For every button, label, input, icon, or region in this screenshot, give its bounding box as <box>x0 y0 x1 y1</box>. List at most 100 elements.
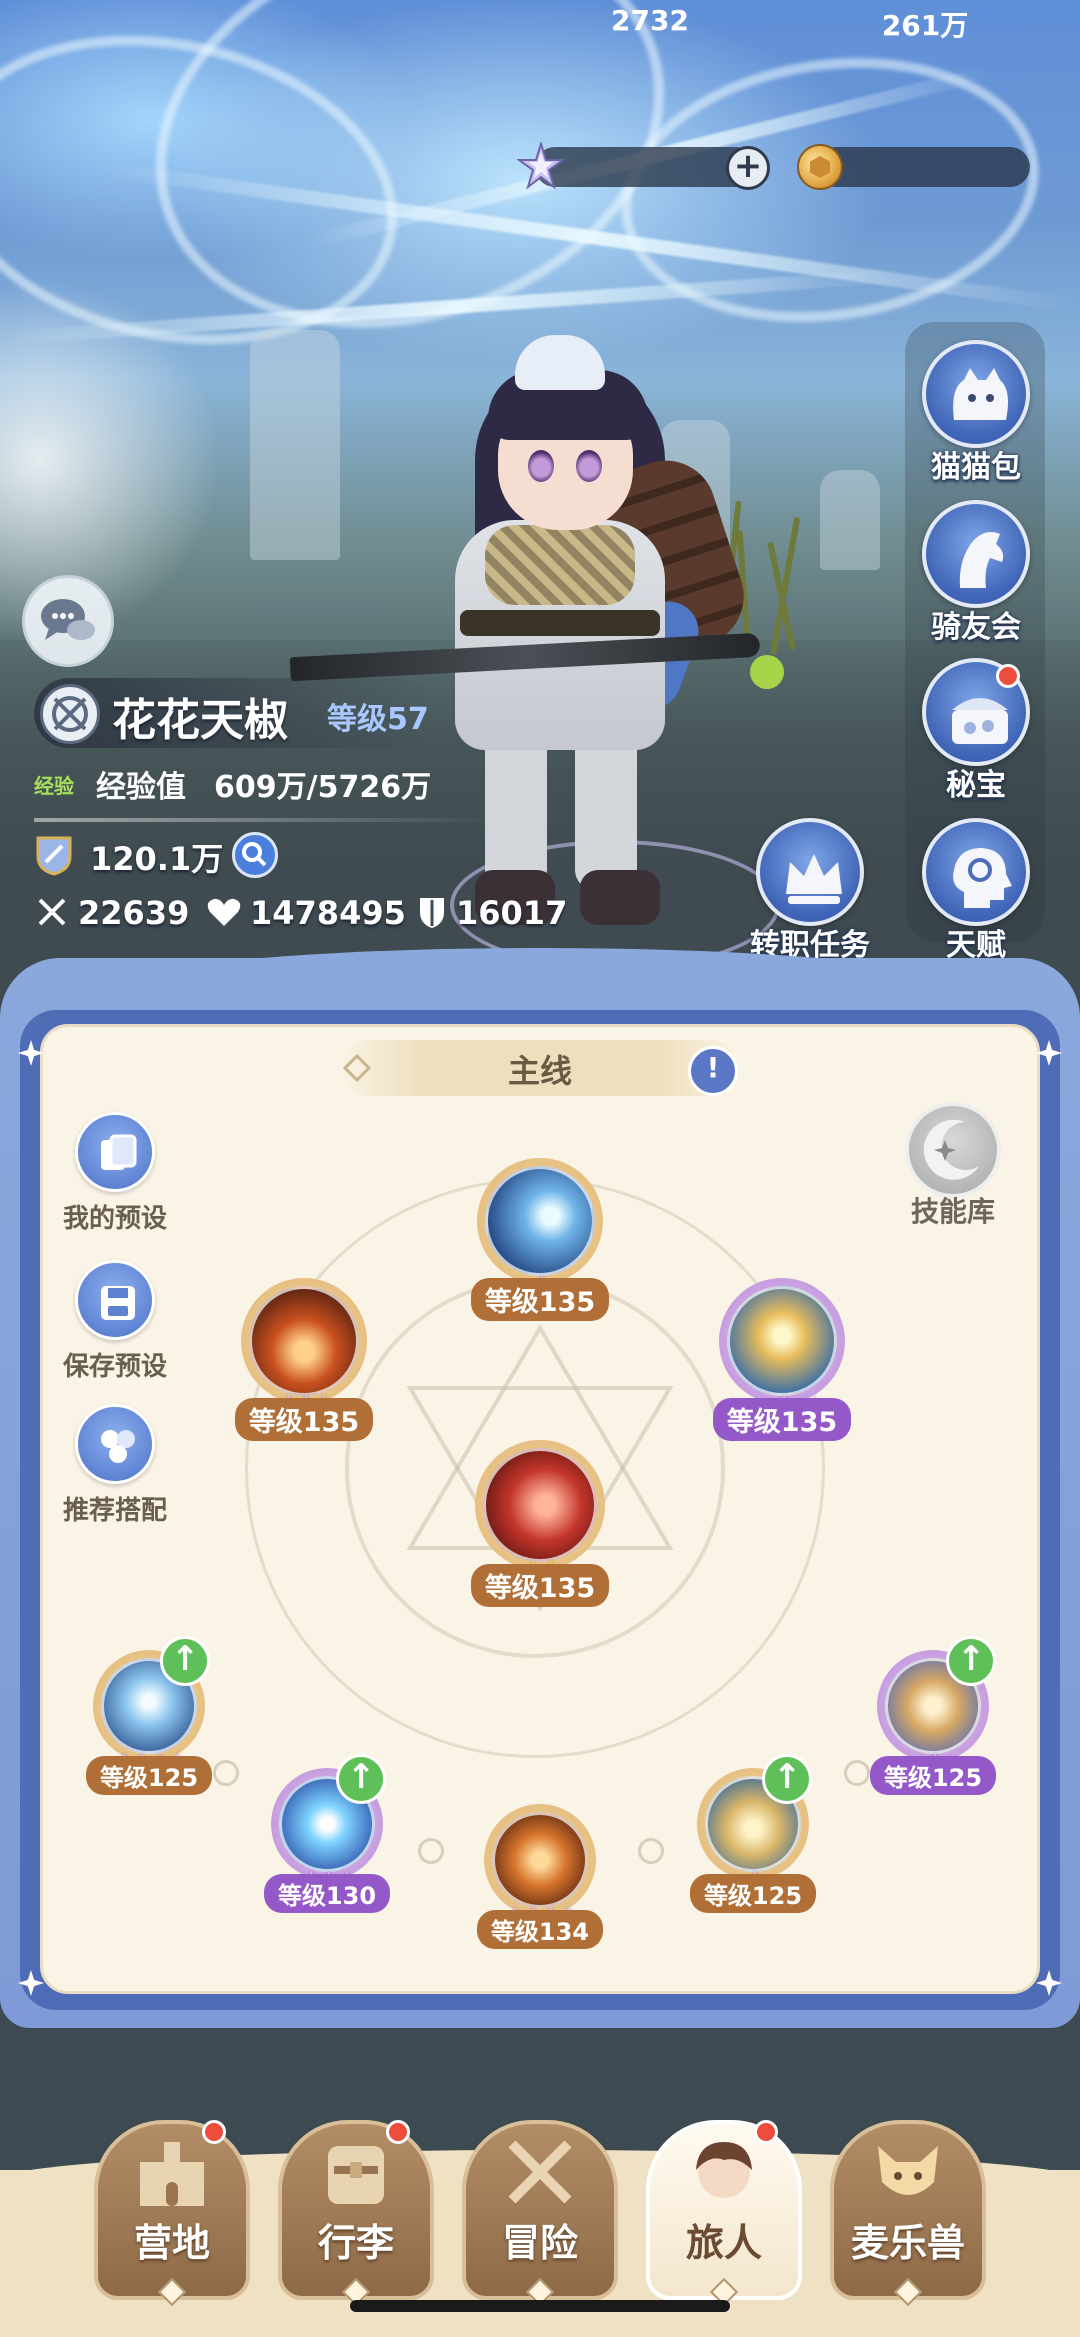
tab-mainline-label: 主线 <box>507 1052 572 1090</box>
skill-slot-center[interactable]: ✦✦ 等级135 <box>456 1440 624 1607</box>
nav-luggage-label: 行李 <box>317 2221 394 2265</box>
my-preset-button[interactable]: 我的预设 <box>50 1112 180 1235</box>
player-character[interactable] <box>289 330 784 950</box>
attack-value: 22639 <box>78 894 190 932</box>
home-indicator <box>350 2300 730 2312</box>
treasure-notification-badge <box>996 664 1020 688</box>
character-leg <box>575 730 637 890</box>
nav-traveler[interactable]: 旅人 <box>646 2120 802 2307</box>
lightning-strike-skill-icon <box>485 1166 595 1276</box>
cat-bag-icon <box>922 340 1030 448</box>
skill-level-badge: 等级135 <box>234 1398 374 1441</box>
combat-power-value: 120.1万 <box>90 840 224 878</box>
skill-level-badge: 等级130 <box>263 1874 391 1913</box>
flame-burst-skill-icon <box>249 1286 359 1396</box>
nav-pets-label: 麦乐兽 <box>850 2221 965 2265</box>
nav-camp[interactable]: 营地 <box>94 2120 250 2307</box>
fox-pet-icon <box>878 2146 938 2195</box>
star-currency-value: 2732 <box>611 4 689 37</box>
heart-icon <box>207 898 241 926</box>
hp-value: 1478495 <box>250 894 406 932</box>
skill-slot-upper-left[interactable]: ✦✦✦ 等级135 <box>226 1278 382 1441</box>
crimson-archer-skill-icon <box>483 1448 597 1562</box>
link-node <box>213 1760 239 1786</box>
skill-level-badge: 等级125 <box>85 1756 213 1795</box>
character-hat <box>515 335 605 390</box>
chat-button[interactable] <box>22 575 114 667</box>
power-detail-button[interactable] <box>232 832 278 878</box>
upgrade-arrow-icon[interactable]: ↑ <box>336 1754 386 1804</box>
nav-camp-label: 营地 <box>133 2221 210 2265</box>
save-preset-label: 保存预设 <box>62 1352 167 1382</box>
cards-icon <box>75 1112 155 1192</box>
rider-club-button[interactable]: 骑友会 <box>912 500 1040 645</box>
stone-pillar <box>250 330 340 560</box>
chat-bubble-icon <box>41 599 95 640</box>
player-level: 等级57 <box>327 702 429 737</box>
defense-value: 16017 <box>456 894 568 932</box>
player-name: 花花天椒 <box>112 695 288 746</box>
nav-pets[interactable]: 麦乐兽 <box>830 2120 986 2307</box>
character-belt <box>460 610 660 636</box>
cat-bag-button[interactable]: 猫猫包 <box>912 340 1040 485</box>
skill-guide-book-icon[interactable] <box>688 1046 738 1096</box>
gold-currency-bar <box>815 147 1030 187</box>
golden-guardian-skill-icon <box>727 1286 837 1396</box>
nav-traveler-label: 旅人 <box>685 2221 762 2265</box>
link-node <box>638 1838 664 1864</box>
exp-tag: 经验 <box>34 774 74 798</box>
skill-level-badge: 等级135 <box>470 1278 610 1321</box>
upgrade-arrow-icon[interactable]: ↑ <box>946 1636 996 1686</box>
upgrade-arrow-icon[interactable]: ↑ <box>160 1636 210 1686</box>
add-currency-button[interactable]: + <box>726 146 770 190</box>
camp-notification-badge <box>202 2120 226 2144</box>
star-currency-bar <box>535 147 755 187</box>
treasure-label: 秘宝 <box>946 768 1006 803</box>
skill-slot-bottom-center[interactable]: ✦✦✦✦ 等级134 <box>475 1804 605 1949</box>
nav-luggage[interactable]: 行李 <box>278 2120 434 2307</box>
moon-star-icon <box>905 1102 1001 1198</box>
character-armor <box>485 525 635 605</box>
talent-button[interactable]: 天赋 <box>912 818 1040 963</box>
crown-icon <box>756 818 864 926</box>
save-preset-button[interactable]: 保存预设 <box>50 1260 180 1383</box>
crossed-swords-icon <box>38 898 66 926</box>
upgrade-arrow-icon[interactable]: ↑ <box>762 1754 812 1804</box>
treasure-button[interactable]: 秘宝 <box>912 658 1040 803</box>
job-change-quest-button[interactable]: 转职任务 <box>740 818 880 968</box>
recommended-build-button[interactable]: 推荐搭配 <box>50 1404 180 1527</box>
character-eye <box>528 450 554 482</box>
class-emblem-icon <box>40 684 100 744</box>
skill-level-badge: 等级134 <box>476 1910 604 1949</box>
skill-library-label: 技能库 <box>910 1195 995 1228</box>
recommended-build-label: 推荐搭配 <box>62 1496 167 1526</box>
traveler-notification-badge <box>754 2120 778 2144</box>
recommended-build-icon <box>75 1404 155 1484</box>
my-preset-label: 我的预设 <box>62 1204 167 1234</box>
floppy-disk-icon <box>75 1260 155 1340</box>
star-currency-icon <box>517 142 565 190</box>
sword-gem <box>750 655 784 689</box>
skill-slot-upper-right[interactable]: ✦ 等级135 <box>704 1278 860 1441</box>
traveler-portrait-icon <box>696 2142 752 2198</box>
horse-head-icon <box>922 500 1030 608</box>
grass-blade <box>770 516 801 656</box>
nav-adventure[interactable]: 冒险 <box>462 2120 618 2307</box>
character-leg <box>485 730 547 890</box>
character-eye <box>576 450 602 482</box>
crossed-swords-icon <box>508 2140 572 2204</box>
rider-club-label: 骑友会 <box>931 610 1021 645</box>
backpack-icon <box>328 2146 384 2204</box>
skill-level-badge: 等级125 <box>689 1874 817 1913</box>
stone-pillar <box>820 470 880 570</box>
character-boot <box>580 870 660 925</box>
skill-library-button[interactable]: 技能库 <box>893 1102 1013 1230</box>
divider <box>34 818 494 822</box>
combat-power-shield-icon <box>36 836 72 876</box>
shield-icon <box>420 898 444 928</box>
link-node <box>418 1838 444 1864</box>
skill-slot-top[interactable]: ✦ 等级135 <box>468 1158 612 1321</box>
exp-label: 经验值 <box>96 770 186 805</box>
link-node <box>844 1760 870 1786</box>
cat-bag-label: 猫猫包 <box>931 450 1021 485</box>
